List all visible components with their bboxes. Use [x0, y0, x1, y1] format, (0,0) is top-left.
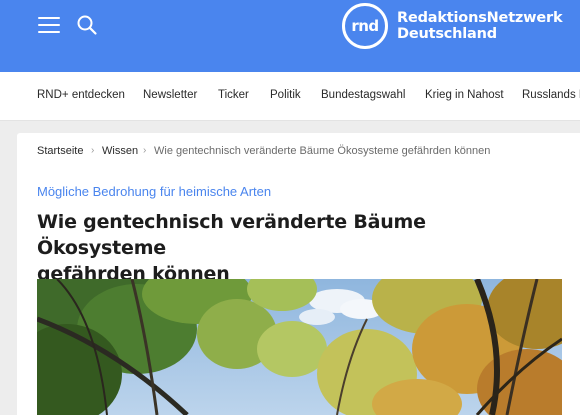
breadcrumb-separator: › [91, 145, 95, 156]
site-header: rnd RedaktionsNetzwerk Deutschland [0, 0, 580, 72]
hamburger-icon[interactable] [38, 16, 60, 36]
article-title: Wie gentechnisch veränderte Bäume Ökosys… [37, 209, 557, 287]
main-navigation: RND+ entdecken Newsletter Ticker Politik… [0, 72, 580, 121]
breadcrumb-wissen[interactable]: Wissen [102, 145, 138, 157]
search-icon[interactable] [76, 14, 98, 36]
logo-mark: rnd [342, 3, 388, 49]
nav-item-bundestagswahl[interactable]: Bundestagswahl [321, 89, 405, 101]
nav-item-newsletter[interactable]: Newsletter [143, 89, 197, 101]
nav-item-politik[interactable]: Politik [270, 89, 301, 101]
breadcrumb-separator: › [143, 145, 147, 156]
logo-mark-text: rnd [351, 17, 379, 35]
logo-line-2: Deutschland [397, 26, 497, 42]
nav-item-russlands[interactable]: Russlands K [522, 89, 580, 101]
nav-item-rnd-plus[interactable]: RND+ entdecken [37, 89, 125, 101]
hero-image-forest-canopy [37, 279, 562, 415]
site-logo[interactable]: rnd RedaktionsNetzwerk Deutschland [342, 3, 563, 49]
logo-line-1: RedaktionsNetzwerk [397, 10, 563, 26]
breadcrumb-startseite[interactable]: Startseite [37, 145, 83, 157]
nav-item-ticker[interactable]: Ticker [218, 89, 249, 101]
article-title-line-1: Wie gentechnisch veränderte Bäume Ökosys… [37, 211, 426, 259]
logo-wordmark: RedaktionsNetzwerk Deutschland [397, 10, 563, 42]
nav-item-krieg-in-nahost[interactable]: Krieg in Nahost [425, 89, 504, 101]
article-kicker: Mögliche Bedrohung für heimische Arten [37, 184, 272, 199]
forest-canopy-illustration [37, 279, 562, 415]
breadcrumb-current: Wie gentechnisch veränderte Bäume Ökosys… [154, 145, 491, 157]
